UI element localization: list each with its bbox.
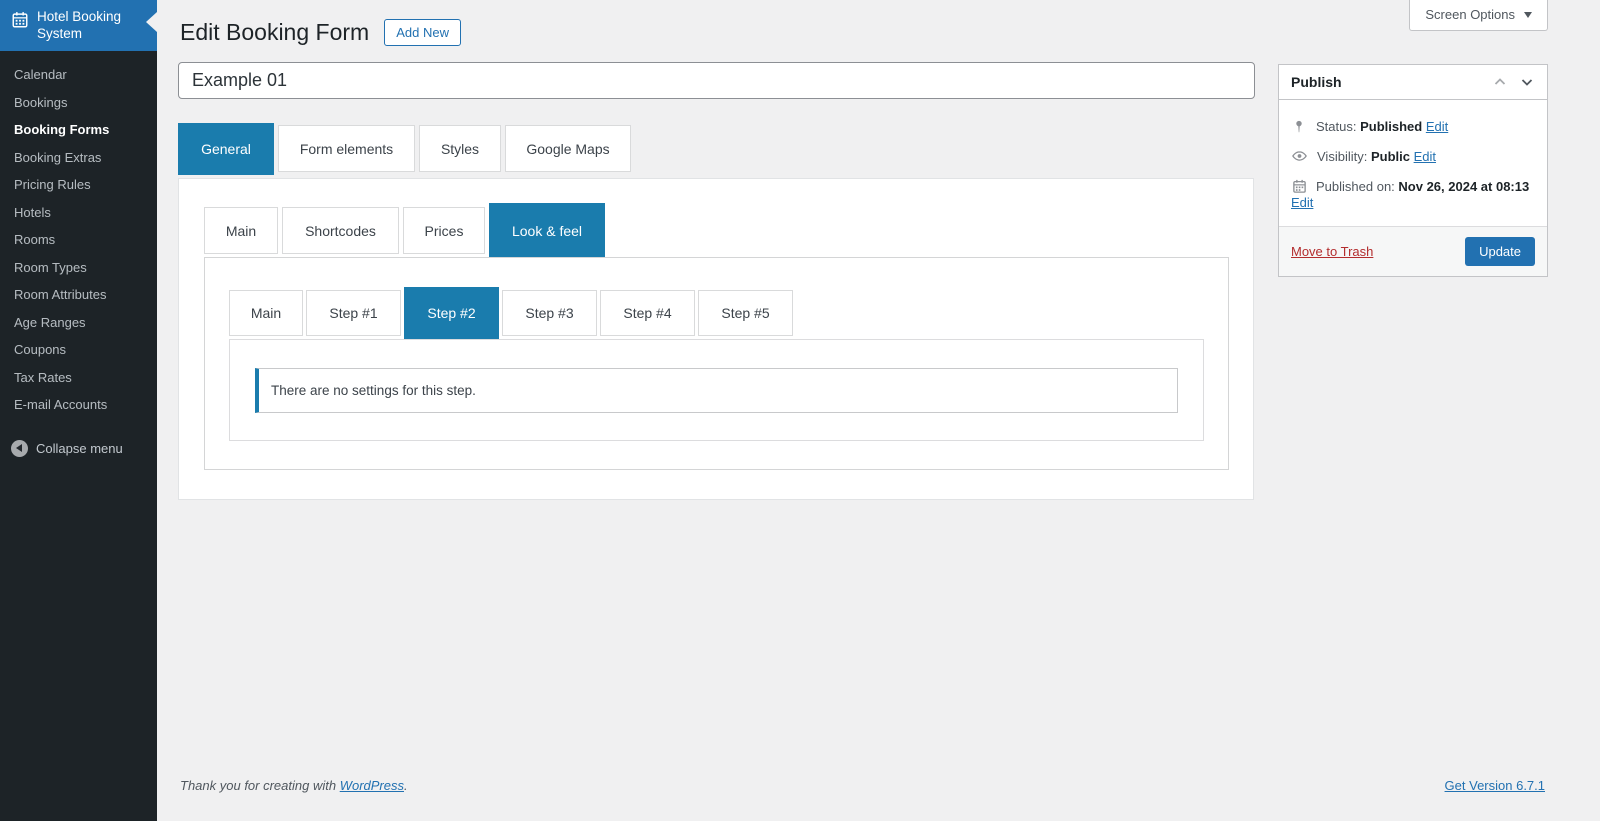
visibility-value: Public [1370,149,1410,164]
sidebar-item-coupons[interactable]: Coupons [0,336,157,364]
step-2-panel: There are no settings for this step. [229,339,1204,441]
screen-options-button[interactable]: Screen Options [1409,0,1548,31]
sidebar-item-email-accounts[interactable]: E-mail Accounts [0,391,157,419]
triangle-down-icon [1524,12,1532,18]
wordpress-link[interactable]: WordPress [340,778,404,793]
tab-step-3[interactable]: Step #3 [502,290,597,336]
tab-step-5[interactable]: Step #5 [698,290,793,336]
eye-icon [1291,149,1308,163]
published-on-label: Published on: [1316,179,1395,194]
collapse-arrow-icon [11,439,28,457]
secondary-tabs: Main Shortcodes Prices Look & feel [204,203,605,258]
tab-step-4[interactable]: Step #4 [600,290,695,336]
sidebar-item-room-attributes[interactable]: Room Attributes [0,281,157,309]
no-settings-notice: There are no settings for this step. [255,368,1178,413]
publish-title: Publish [1291,74,1342,90]
form-title-input[interactable] [178,62,1255,99]
collapse-menu-label: Collapse menu [36,440,123,456]
published-on-row: Published on: Nov 26, 2024 at 08:13 [1291,178,1535,195]
sidebar-item-room-types[interactable]: Room Types [0,254,157,282]
current-menu-arrow [146,12,157,32]
sidebar-item-booking-forms[interactable]: Booking Forms [0,116,157,144]
tab-step-2[interactable]: Step #2 [404,287,499,339]
tab-step-1[interactable]: Step #1 [306,290,401,336]
footer-period: . [404,778,408,793]
status-row: Status: Published Edit [1291,118,1535,135]
get-version-link[interactable]: Get Version 6.7.1 [1445,778,1545,793]
chevron-down-icon[interactable] [1519,74,1535,90]
status-edit-link[interactable]: Edit [1426,119,1448,134]
publish-metabox: Publish Status: Published Edit Visibilit… [1278,64,1548,277]
tab-prices[interactable]: Prices [403,207,485,254]
tab-main[interactable]: Main [204,207,278,254]
tab-styles[interactable]: Styles [419,125,501,172]
visibility-row: Visibility: Public Edit [1291,148,1535,165]
status-value: Published [1360,119,1423,134]
move-to-trash-link[interactable]: Move to Trash [1291,244,1373,259]
add-new-button[interactable]: Add New [384,19,461,46]
sidebar-item-calendar[interactable]: Calendar [0,61,157,89]
step-tabs: Main Step #1 Step #2 Step #3 Step #4 Ste… [229,287,793,339]
published-on-edit-link[interactable]: Edit [1291,195,1313,210]
sidebar-item-tax-rates[interactable]: Tax Rates [0,364,157,392]
admin-sidebar: Hotel Booking System Calendar Bookings B… [0,0,157,821]
sidebar-item-booking-extras[interactable]: Booking Extras [0,144,157,172]
screen-options-label: Screen Options [1425,7,1515,22]
footer-version: Get Version 6.7.1 [1445,778,1545,793]
tab-step-main[interactable]: Main [229,290,303,336]
plugin-title: Hotel Booking System [37,9,122,41]
sidebar-item-hotels[interactable]: Hotels [0,199,157,227]
chevron-up-icon[interactable] [1492,74,1508,90]
page-title: Edit Booking Form [180,19,370,45]
visibility-label: Visibility: [1317,149,1368,164]
pin-icon [1291,119,1307,134]
general-panel: Main Shortcodes Prices Look & feel Main … [178,178,1254,500]
sidebar-menu: Calendar Bookings Booking Forms Booking … [0,51,157,419]
tab-look-and-feel[interactable]: Look & feel [489,203,605,258]
primary-tabs: General Form elements Styles Google Maps [178,123,631,175]
tab-shortcodes[interactable]: Shortcodes [282,207,399,254]
sidebar-item-bookings[interactable]: Bookings [0,89,157,117]
tab-google-maps[interactable]: Google Maps [505,125,631,172]
calendar-icon [1291,179,1307,194]
tab-form-elements[interactable]: Form elements [278,125,415,172]
notice-text: There are no settings for this step. [271,383,476,398]
footer-thankyou: Thank you for creating with WordPress. [180,778,408,793]
calendar-icon [11,11,29,42]
sidebar-item-pricing-rules[interactable]: Pricing Rules [0,171,157,199]
footer-text: Thank you for creating with [180,778,340,793]
sidebar-item-rooms[interactable]: Rooms [0,226,157,254]
sidebar-item-age-ranges[interactable]: Age Ranges [0,309,157,337]
status-label: Status: [1316,119,1357,134]
collapse-menu-button[interactable]: Collapse menu [0,433,157,464]
look-and-feel-panel: Main Step #1 Step #2 Step #3 Step #4 Ste… [204,257,1229,470]
visibility-edit-link[interactable]: Edit [1414,149,1436,164]
published-on-value: Nov 26, 2024 at 08:13 [1398,179,1530,194]
admin-page: Hotel Booking System Calendar Bookings B… [0,0,1600,821]
tab-general[interactable]: General [178,123,274,175]
update-button[interactable]: Update [1465,237,1535,266]
sidebar-plugin-header[interactable]: Hotel Booking System [0,0,157,51]
